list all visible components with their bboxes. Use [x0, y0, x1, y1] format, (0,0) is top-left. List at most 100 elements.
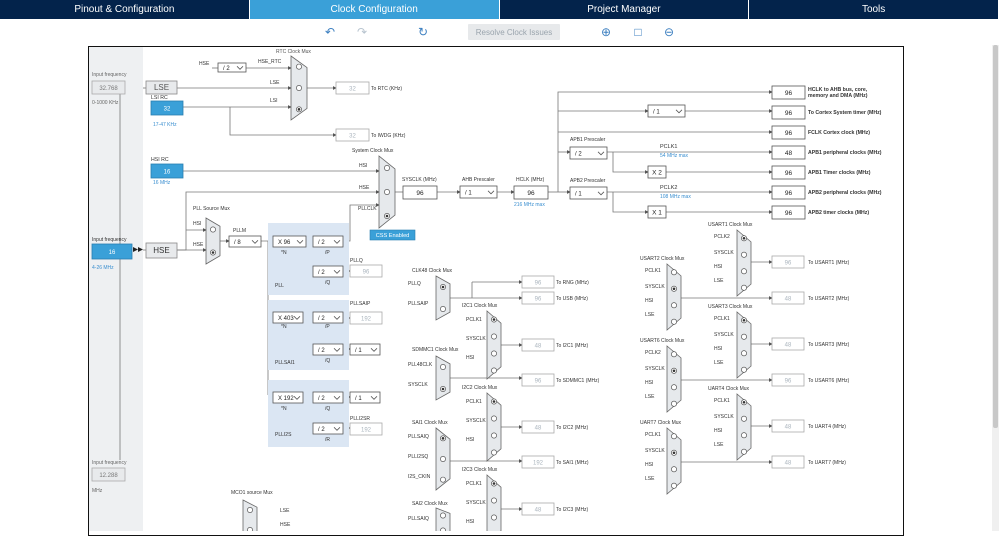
- sai1-frequency-output[interactable]: 192: [521, 455, 555, 469]
- rtc-hse-prescaler[interactable]: / 2: [217, 62, 247, 73]
- pllm-divider-select[interactable]: / 8: [228, 235, 262, 248]
- mux-radio[interactable]: [671, 482, 677, 489]
- mux-radio[interactable]: [741, 333, 747, 340]
- mux-radio[interactable]: [247, 507, 253, 513]
- diagram-label: SYSCLK: [466, 418, 486, 424]
- output-frequency-box[interactable]: 96: [771, 125, 806, 140]
- hclk-value[interactable]: 96: [513, 185, 549, 200]
- diagram-label: I2C3 Clock Mux: [462, 467, 498, 473]
- mux-radio[interactable]: [247, 527, 253, 531]
- mux-radio[interactable]: [440, 306, 446, 312]
- mux-radio[interactable]: [741, 366, 747, 373]
- output-frequency-box[interactable]: 96: [771, 165, 806, 180]
- output-frequency-box[interactable]: 96: [771, 185, 806, 200]
- hse-input-frequency[interactable]: 16: [91, 243, 133, 260]
- mux-radio[interactable]: [741, 284, 747, 291]
- hsi-rc-value[interactable]: 16: [150, 163, 184, 179]
- hse-source[interactable]: HSE: [145, 242, 178, 259]
- pllsai-r-select[interactable]: / 1: [349, 343, 381, 356]
- mux-radio[interactable]: [741, 415, 747, 422]
- output-frequency-box[interactable]: 48: [771, 145, 806, 160]
- usart-clock-mux: [736, 393, 752, 461]
- pllsai-n-select[interactable]: X 403: [272, 311, 304, 324]
- mux-radio[interactable]: [440, 364, 446, 370]
- mux-radio[interactable]: [671, 384, 677, 391]
- apb2-prescaler-select[interactable]: / 1: [569, 186, 608, 200]
- pllq-value[interactable]: 96: [349, 264, 383, 278]
- mux-radio[interactable]: [671, 466, 677, 473]
- usart-frequency-output[interactable]: 96: [771, 373, 805, 387]
- i2c-frequency-output[interactable]: 48: [521, 420, 555, 434]
- diagram-label: I2C1 Clock Mux: [462, 303, 498, 309]
- ext-input-frequency[interactable]: 12.288: [91, 467, 126, 482]
- diagram-label: PLLQ: [408, 281, 421, 287]
- lse-source[interactable]: LSE: [145, 80, 178, 95]
- plli2s-q-select[interactable]: / 2: [312, 391, 344, 404]
- mux-radio[interactable]: [671, 302, 677, 309]
- pllsai-p-select[interactable]: / 2: [312, 311, 344, 324]
- mux-radio[interactable]: [741, 350, 747, 357]
- mux-radio[interactable]: [671, 269, 677, 276]
- mux-radio[interactable]: [491, 449, 497, 456]
- plln-multiplier-select[interactable]: X 96: [272, 235, 307, 248]
- sysclk-value[interactable]: 96: [402, 185, 438, 200]
- pllsaip-value[interactable]: 192: [349, 311, 383, 325]
- rng-frequency-output[interactable]: 96: [521, 275, 555, 289]
- plli2s-div-select[interactable]: / 1: [349, 391, 381, 404]
- usart-frequency-output[interactable]: 48: [771, 455, 805, 469]
- cortex-timer-prescaler[interactable]: / 1: [647, 104, 686, 118]
- lse-input-frequency[interactable]: 32.768: [91, 80, 126, 95]
- plli2sr-value[interactable]: 192: [349, 422, 383, 436]
- rtc-frequency-output[interactable]: 32: [335, 81, 370, 95]
- select-value: / 2: [318, 316, 325, 322]
- mux-radio-selected: [297, 108, 301, 111]
- mux-radio[interactable]: [384, 189, 390, 195]
- pllp-divider-select[interactable]: / 2: [312, 235, 344, 248]
- plli2s-r-select[interactable]: / 2: [312, 422, 344, 435]
- mux-radio[interactable]: [741, 448, 747, 455]
- mux-radio[interactable]: [491, 497, 497, 504]
- mux-radio[interactable]: [440, 512, 446, 519]
- mux-radio[interactable]: [491, 350, 497, 357]
- mux-radio[interactable]: [296, 63, 302, 70]
- apb1-prescaler-select[interactable]: / 2: [569, 146, 608, 160]
- mux-radio[interactable]: [741, 251, 747, 258]
- lsi-rc-value[interactable]: 32: [150, 100, 184, 116]
- pllsai-q-select[interactable]: / 2: [312, 343, 344, 356]
- pllq-divider-select[interactable]: / 2: [312, 265, 344, 278]
- mux-radio[interactable]: [296, 85, 302, 91]
- mux-radio[interactable]: [491, 415, 497, 422]
- mux-radio[interactable]: [671, 400, 677, 407]
- mux-radio[interactable]: [384, 165, 390, 171]
- mux-radio[interactable]: [491, 333, 497, 340]
- mux-radio[interactable]: [491, 514, 497, 521]
- mux-radio[interactable]: [741, 268, 747, 275]
- plli2s-n-select[interactable]: X 192: [272, 391, 304, 404]
- mux-radio[interactable]: [671, 433, 677, 440]
- mux-radio[interactable]: [741, 432, 747, 439]
- iwdg-frequency-output[interactable]: 32: [335, 128, 370, 142]
- mux-radio[interactable]: [491, 367, 497, 374]
- sdmmc1-frequency-output[interactable]: 96: [521, 373, 555, 387]
- mux-radio[interactable]: [440, 456, 446, 462]
- i2c-frequency-output[interactable]: 48: [521, 338, 555, 352]
- usb-frequency-output[interactable]: 96: [521, 291, 555, 305]
- ahb-prescaler-select[interactable]: / 1: [459, 185, 498, 199]
- diagram-label: 0-1000 KHz: [92, 100, 119, 106]
- output-frequency-box[interactable]: 96: [771, 85, 806, 100]
- mux-radio[interactable]: [440, 476, 446, 483]
- i2c-frequency-output[interactable]: 48: [521, 502, 555, 516]
- usart-frequency-output-value: 48: [785, 424, 792, 430]
- usart-frequency-output[interactable]: 48: [771, 337, 805, 351]
- usart-clock-mux: [666, 263, 682, 331]
- usart-frequency-output[interactable]: 48: [771, 419, 805, 433]
- mux-radio[interactable]: [491, 432, 497, 439]
- usart-frequency-output[interactable]: 96: [771, 255, 805, 269]
- output-frequency-box[interactable]: 96: [771, 205, 806, 220]
- output-frequency-box[interactable]: 96: [771, 105, 806, 120]
- mux-radio[interactable]: [671, 351, 677, 358]
- mux-radio[interactable]: [210, 226, 216, 233]
- css-enabled-button[interactable]: CSS Enabled: [369, 229, 416, 241]
- usart-frequency-output[interactable]: 48: [771, 291, 805, 305]
- mux-radio[interactable]: [671, 318, 677, 325]
